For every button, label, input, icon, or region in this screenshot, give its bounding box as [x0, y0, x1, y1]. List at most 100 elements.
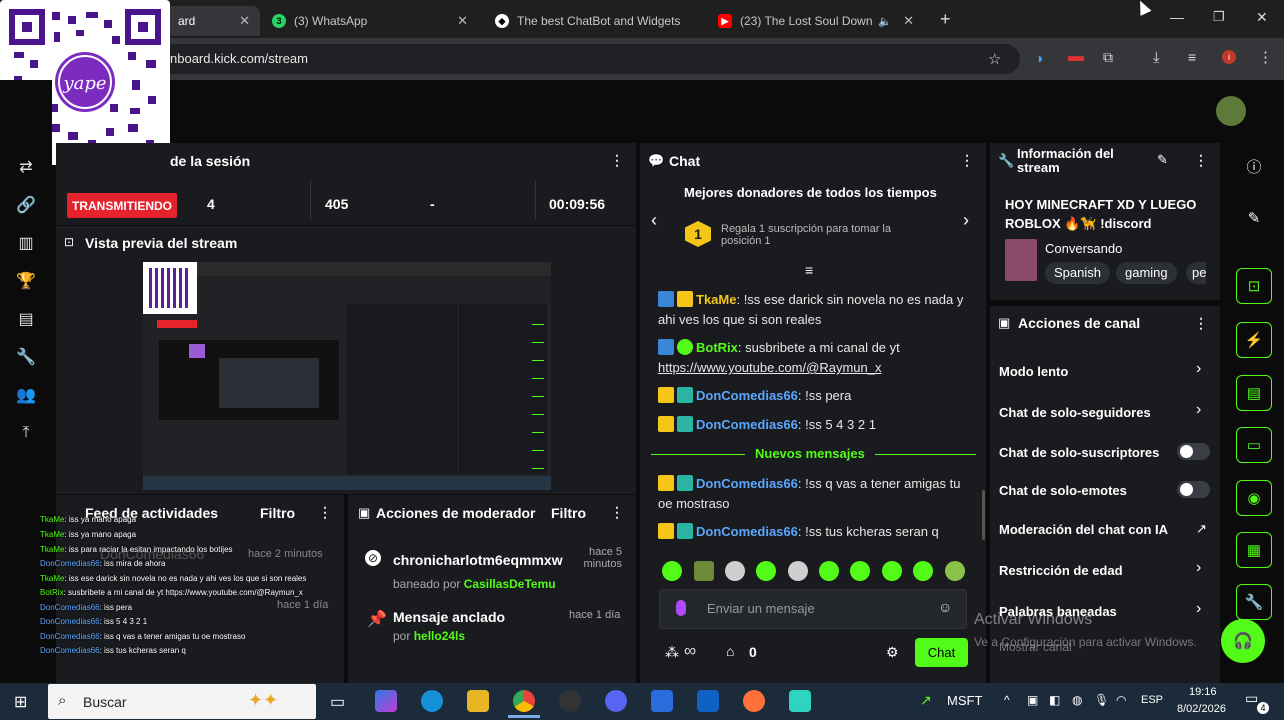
maximize-icon[interactable]: ❐ — [1213, 9, 1225, 25]
url-field[interactable]: nboard.kick.com/stream — [150, 44, 1020, 74]
users-icon[interactable]: ⁂ — [665, 644, 679, 661]
file-explorer-icon[interactable] — [467, 690, 489, 712]
task-view-icon[interactable]: ▭ — [330, 692, 345, 712]
discord-icon[interactable] — [605, 690, 627, 712]
ban-by-user[interactable]: CasillasDeTemu — [464, 577, 556, 591]
chevron-right-icon[interactable]: › — [1196, 600, 1201, 618]
chat-scrollbar[interactable] — [982, 490, 985, 540]
tag-chip[interactable]: Spanish — [1045, 262, 1110, 284]
minimize-icon[interactable]: — — [1170, 9, 1184, 25]
upload-icon[interactable]: ⤒ — [15, 422, 37, 444]
edge-icon[interactable] — [421, 690, 443, 712]
language-indicator[interactable]: ESP — [1141, 694, 1163, 706]
menu-dots-icon[interactable]: ⋮ — [1258, 48, 1273, 66]
avatar[interactable] — [1216, 96, 1246, 126]
emote-icon[interactable] — [850, 561, 870, 581]
download-icon[interactable]: ⤓ — [1153, 49, 1160, 66]
users-icon[interactable]: 👥 — [15, 384, 37, 406]
taskbar-search[interactable]: ⌕ Buscar ✦✦ — [48, 684, 316, 719]
swap-icon[interactable]: ⇄ — [15, 156, 37, 178]
chat-link[interactable]: https://www.youtube.com/@Raymun_x — [658, 360, 881, 375]
notes-icon[interactable]: ▤ — [1236, 375, 1272, 411]
stream-preview-video[interactable] — [143, 262, 551, 490]
copilot-icon[interactable] — [375, 690, 397, 712]
trophy-icon[interactable]: 🏆 — [15, 270, 37, 292]
chrome-icon[interactable] — [513, 690, 535, 712]
actions-menu-icon[interactable]: ⋮ — [1194, 315, 1208, 332]
outlook-icon[interactable] — [697, 690, 719, 712]
tools-icon[interactable]: 🔧 — [1236, 584, 1272, 620]
broadcast-icon[interactable]: ◉ — [1236, 480, 1272, 516]
stock-ticker[interactable]: MSFT — [947, 693, 982, 708]
chat-username[interactable]: TkaMe — [696, 292, 736, 307]
extension-icon[interactable]: ◗ — [1036, 50, 1044, 66]
emote-icon[interactable] — [725, 561, 745, 581]
emote-icon[interactable] — [882, 561, 902, 581]
chart-icon[interactable]: ▥ — [15, 232, 37, 254]
profile-icon[interactable]: i — [1222, 50, 1236, 64]
tray-icon[interactable]: ▣ — [1027, 693, 1038, 707]
banned-user[interactable]: chronicharlotm6eqmmxw — [393, 552, 563, 568]
wrench-icon[interactable]: 🔧 — [15, 346, 37, 368]
send-chat-button[interactable]: Chat — [915, 638, 968, 667]
tab-youtube[interactable]: ▶ (23) The Lost Soul Down 🔈 ✕ — [708, 6, 924, 36]
category-name[interactable]: Conversando — [1045, 241, 1122, 256]
obs-icon[interactable] — [559, 690, 581, 712]
session-menu-icon[interactable]: ⋮ — [610, 152, 624, 169]
close-window-icon[interactable]: ✕ — [1256, 9, 1268, 26]
headset-support-icon[interactable]: 🎧 — [1221, 619, 1265, 663]
settings-gear-icon[interactable]: ⚙ — [886, 644, 899, 661]
chat-username[interactable]: DonComedias66 — [696, 417, 798, 432]
camera-frame-icon[interactable]: ⊡ — [1236, 268, 1272, 304]
tag-chip[interactable]: pe — [1186, 262, 1206, 284]
layout-icon[interactable]: ▦ — [1236, 532, 1272, 568]
chat-username[interactable]: DonComedias66 — [696, 476, 798, 491]
speaker-icon[interactable]: 🔈 — [878, 15, 892, 28]
ai-moderation-row[interactable]: Moderación del chat con IA — [999, 522, 1168, 537]
moderator-filter-button[interactable]: Filtro — [551, 505, 586, 521]
tab-chatbot[interactable]: ◆ The best ChatBot and Widgets — [485, 6, 701, 36]
activity-menu-icon[interactable]: ⋮ — [318, 504, 332, 521]
windows-start-icon[interactable]: ⊞ — [14, 692, 27, 712]
clock-time[interactable]: 19:16 — [1189, 686, 1217, 698]
followers-only-row[interactable]: Chat de solo-seguidores — [999, 405, 1151, 420]
activity-filter-button[interactable]: Filtro — [260, 505, 295, 521]
pinned-by-user[interactable]: hello24ls — [414, 629, 465, 643]
category-thumbnail[interactable] — [1005, 239, 1037, 281]
chat-input[interactable]: Enviar un mensaje ☺ — [659, 589, 967, 629]
chevron-right-icon[interactable]: › — [1196, 559, 1201, 577]
tag-chip[interactable]: gaming — [1116, 262, 1177, 284]
notifications-icon[interactable]: ▭ — [1245, 690, 1258, 707]
emote-icon[interactable] — [788, 561, 808, 581]
slow-mode-row[interactable]: Modo lento — [999, 364, 1068, 379]
wifi-icon[interactable]: ◠ — [1116, 693, 1126, 707]
tray-chevron-icon[interactable]: ^ — [1004, 693, 1010, 707]
new-tab-button[interactable]: + — [940, 9, 951, 30]
age-restriction-row[interactable]: Restricción de edad — [999, 563, 1123, 578]
emote-icon[interactable] — [819, 561, 839, 581]
external-link-icon[interactable]: ↗ — [1196, 521, 1207, 537]
puzzle-icon[interactable]: ⧉ — [1103, 49, 1113, 66]
chat-menu-icon[interactable]: ⋮ — [960, 152, 974, 169]
chevron-right-icon[interactable]: › — [1196, 360, 1201, 378]
app-icon[interactable] — [789, 690, 811, 712]
microphone-tray-icon[interactable]: 🎙 — [1094, 693, 1109, 707]
chat-icon[interactable]: ▭ — [1236, 427, 1272, 463]
close-tab-icon[interactable]: ✕ — [239, 13, 250, 29]
lightning-icon[interactable]: ⚡ — [1236, 322, 1272, 358]
emote-icon[interactable] — [694, 561, 714, 581]
chevron-left-icon[interactable]: ‹ — [651, 210, 657, 231]
close-tab-icon[interactable]: ✕ — [457, 13, 468, 29]
chevron-right-icon[interactable]: › — [1196, 401, 1201, 419]
emotes-only-toggle[interactable] — [1177, 481, 1210, 498]
chat-username[interactable]: BotRix — [696, 340, 738, 355]
store-app-icon[interactable] — [651, 690, 673, 712]
tray-icon[interactable]: ◧ — [1049, 693, 1060, 707]
moderator-menu-icon[interactable]: ⋮ — [610, 504, 624, 521]
tab-whatsapp[interactable]: 3 (3) WhatsApp ✕ — [262, 6, 478, 36]
pin-chat-icon[interactable]: ≡ — [805, 262, 813, 278]
clock-date[interactable]: 8/02/2026 — [1177, 703, 1226, 715]
close-tab-icon[interactable]: ✕ — [903, 13, 914, 29]
emote-icon[interactable] — [945, 561, 965, 581]
chat-username[interactable]: DonComedias66 — [696, 388, 798, 403]
